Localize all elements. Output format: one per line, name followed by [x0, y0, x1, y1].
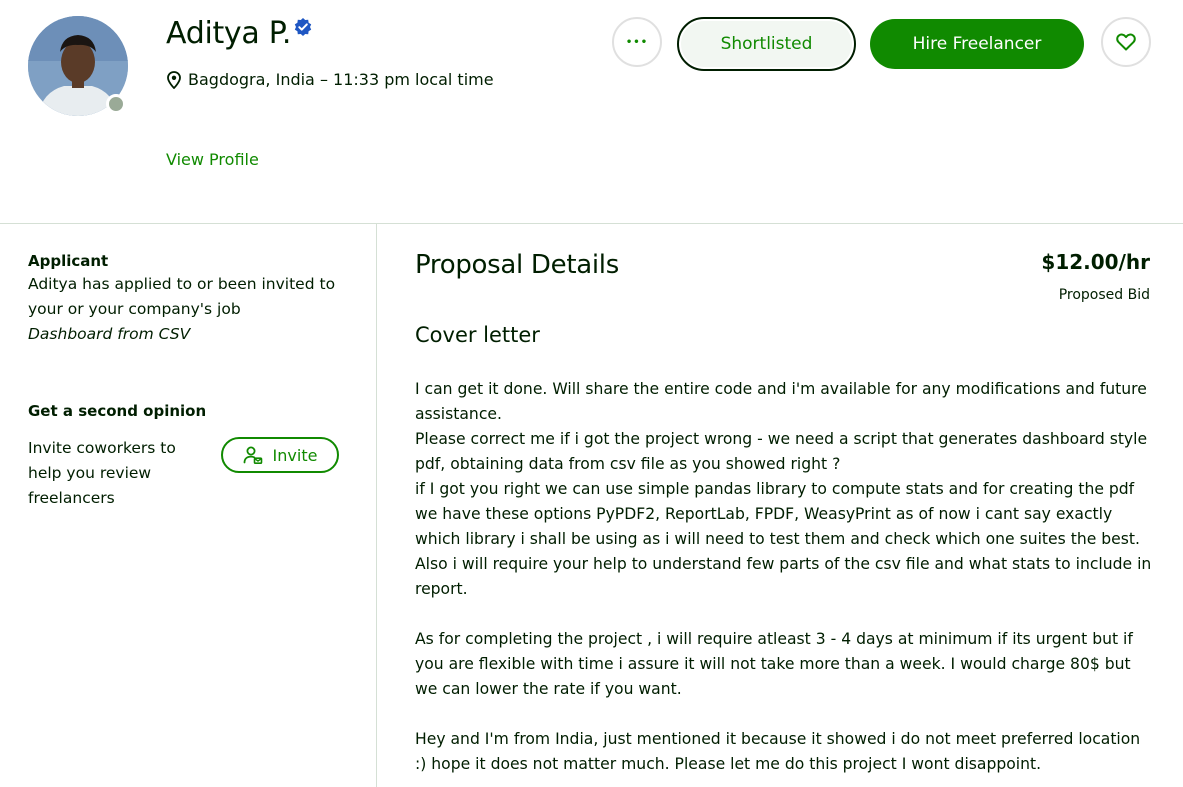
shortlisted-button[interactable]: Shortlisted	[677, 17, 856, 71]
applicant-section: Applicant Aditya has applied to or been …	[28, 250, 348, 347]
cover-letter-paragraph: As for completing the project , i will r…	[415, 630, 1133, 698]
cover-letter-body: I can get it done. Will share the entire…	[415, 377, 1155, 777]
hire-freelancer-label: Hire Freelancer	[912, 34, 1042, 54]
location-pin-icon	[166, 70, 182, 89]
invite-person-icon	[243, 446, 263, 464]
proposed-bid-amount: $12.00/hr	[1041, 250, 1150, 274]
shortlisted-label: Shortlisted	[720, 34, 813, 54]
invite-row: Invite coworkers to help you review free…	[28, 436, 348, 511]
view-profile-link[interactable]: View Profile	[166, 150, 259, 169]
proposed-bid-label: Proposed Bid	[1058, 287, 1150, 303]
freelancer-name: Aditya P.	[166, 16, 292, 51]
invite-label: Invite	[272, 445, 318, 465]
job-title: Dashboard from CSV	[28, 325, 191, 343]
offline-status-dot	[106, 94, 126, 114]
more-options-button[interactable]: •••	[612, 17, 662, 67]
location-text: Bagdogra, India – 11:33 pm local time	[188, 70, 494, 89]
save-favorite-button[interactable]	[1101, 17, 1151, 67]
applicant-text: Aditya has applied to or been invited to…	[28, 275, 336, 318]
second-opinion-section: Get a second opinion	[28, 400, 348, 422]
more-icon: •••	[625, 36, 649, 48]
applicant-heading: Applicant	[28, 252, 109, 270]
cover-letter-paragraph: Please correct me if i got the project w…	[415, 430, 1148, 473]
profile-name-row: Aditya P.	[166, 16, 313, 51]
header-divider	[0, 223, 1183, 224]
heart-icon	[1116, 33, 1136, 51]
proposal-details-title: Proposal Details	[415, 250, 619, 280]
invite-text: Invite coworkers to help you review free…	[28, 439, 176, 507]
cover-letter-title: Cover letter	[415, 323, 540, 347]
avatar[interactable]	[28, 16, 128, 116]
invite-button[interactable]: Invite	[221, 437, 339, 473]
hire-freelancer-button[interactable]: Hire Freelancer	[870, 19, 1084, 69]
column-divider	[376, 224, 377, 787]
second-opinion-heading: Get a second opinion	[28, 402, 207, 420]
cover-letter-paragraph: if I got you right we can use simple pan…	[415, 480, 1152, 598]
location-row: Bagdogra, India – 11:33 pm local time	[166, 70, 494, 89]
cover-letter-paragraph: I can get it done. Will share the entire…	[415, 380, 1147, 423]
verified-badge-icon	[293, 17, 313, 41]
cover-letter-paragraph: Hey and I'm from India, just mentioned i…	[415, 730, 1141, 773]
